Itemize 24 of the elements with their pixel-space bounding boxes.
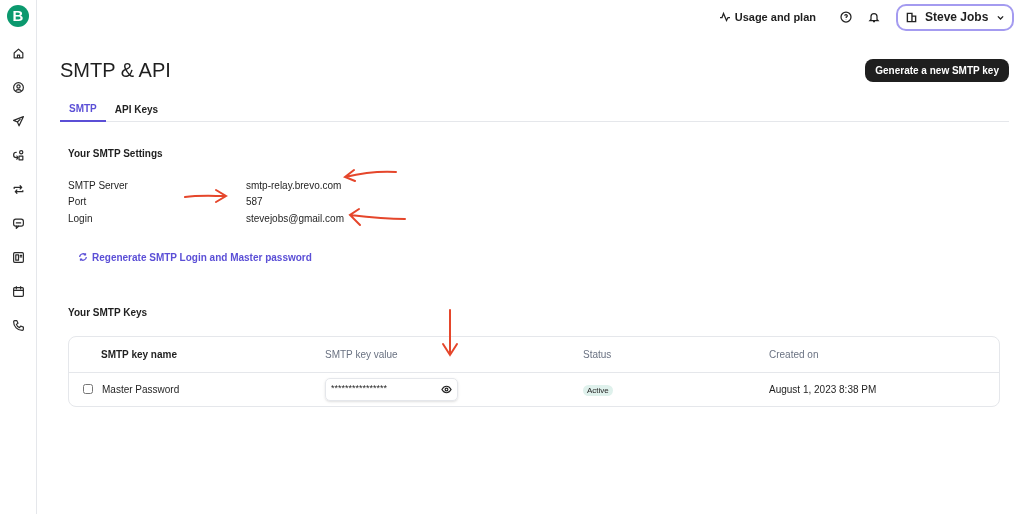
account-menu[interactable]: Steve Jobs: [896, 3, 1014, 31]
section-heading: Your SMTP Settings: [68, 147, 164, 161]
status-badge: Active: [583, 384, 613, 396]
logo[interactable]: B: [7, 5, 29, 27]
setting-value: stevejobs@gmail.com: [246, 211, 344, 226]
tab[interactable]: API Keys: [105, 96, 168, 122]
usage-plan-link[interactable]: Usage and plan: [718, 8, 816, 26]
regenerate-link[interactable]: Regenerate SMTP Login and Master password: [78, 249, 312, 265]
column-header: Status: [583, 347, 613, 362]
setting-value: smtp-relay.brevo.com: [246, 178, 342, 193]
generate-key-button[interactable]: Generate a new SMTP key: [865, 58, 1009, 82]
table-cell-text: Master Password: [102, 382, 180, 397]
column-header: Created on: [769, 347, 819, 362]
section-heading: Your SMTP Keys: [68, 305, 149, 320]
tab[interactable]: SMTP: [60, 96, 106, 122]
column-header: SMTP key name: [100, 347, 178, 362]
table-cell-text: August 1, 2023 8:38 PM: [769, 382, 877, 397]
page-title: SMTP & API: [60, 58, 171, 83]
setting-label: SMTP Server: [68, 178, 128, 193]
setting-value: 587: [246, 195, 263, 210]
setting-label: Login: [68, 211, 93, 226]
setting-label: Port: [68, 195, 87, 210]
password-field[interactable]: ****************: [325, 377, 458, 401]
column-header: SMTP key value: [325, 347, 399, 362]
